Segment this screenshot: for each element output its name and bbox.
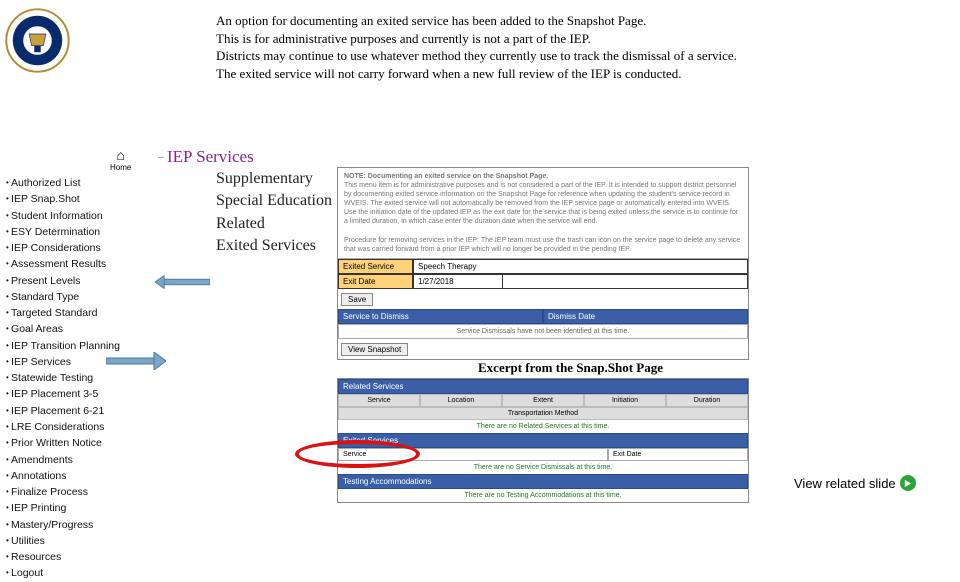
sidebar-item[interactable]: Amendments [6,452,120,468]
sidebar-item[interactable]: Standard Type [6,289,120,305]
wv-dept-education-logo [5,8,70,73]
subitems-list: Supplementary Special Education Related … [216,168,332,258]
no-related-services: There are no Related Services at this ti… [338,420,748,433]
sidebar-item[interactable]: Student Information [6,208,120,224]
col-initiation: Initiation [584,394,666,407]
excerpt-title: Excerpt from the Snap.Shot Page [478,360,663,376]
sidebar-item[interactable]: LRE Considerations [6,419,120,435]
sidebar-item[interactable]: Authorized List [6,175,120,191]
sidebar-item[interactable]: IEP Transition Planning [6,338,120,354]
subitem[interactable]: Exited Services [216,235,332,257]
col-ex-exitdate: Exit Date [608,448,748,461]
dismissals-empty: Service Dismissals have not been identif… [338,324,748,339]
home-button[interactable]: ⌂ Home [110,147,131,172]
sidebar-item[interactable]: Assessment Results [6,256,120,272]
callout-arrow-icon [155,275,210,289]
save-button[interactable]: Save [341,293,373,306]
exit-date-value[interactable]: 1/27/2018 [413,274,503,289]
sidebar-item[interactable]: Statewide Testing [6,370,120,386]
view-related-label: View related slide [794,476,896,491]
sidebar-item[interactable]: IEP Snap.Shot [6,191,120,207]
sidebar-item[interactable]: IEP Considerations [6,240,120,256]
col-duration: Duration [666,394,748,407]
view-related-slide-link[interactable]: View related slide [794,475,916,491]
col-service: Service [338,394,420,407]
col-service-dismiss: Service to Dismiss [338,309,543,324]
sidebar-item[interactable]: Present Levels [6,273,120,289]
subitem[interactable]: Special Education [216,190,332,212]
sidebar-nav: Authorized ListIEP Snap.ShotStudent Info… [6,175,120,582]
subitem[interactable]: Related [216,213,332,235]
exit-date-label: Exit Date [338,274,413,289]
sidebar-item[interactable]: Annotations [6,468,120,484]
no-testing-accommodations: There are no Testing Accommodations at t… [338,489,748,502]
sidebar-item[interactable]: Logout [6,565,120,581]
note-box: NOTE: Documenting an exited service on t… [338,168,748,259]
snapshot-note-panel: NOTE: Documenting an exited service on t… [337,167,749,360]
home-label: Home [110,163,131,172]
intro-line: An option for documenting an exited serv… [216,12,936,30]
home-icon: ⌂ [110,147,131,163]
exited-service-value[interactable]: Speech Therapy [413,259,748,274]
intro-paragraph: An option for documenting an exited serv… [216,12,936,82]
sidebar-item[interactable]: Mastery/Progress [6,517,120,533]
play-icon [900,475,916,491]
sidebar-item[interactable]: IEP Services [6,354,120,370]
note-body: This menu item is for administrative pur… [344,182,738,225]
exit-date-spacer [503,274,748,289]
sidebar-item[interactable]: Finalize Process [6,484,120,500]
snapshot-excerpt-panel: Related Services Service Location Extent… [337,378,749,503]
related-services-header: Related Services [338,379,748,394]
highlight-oval [295,440,420,468]
sidebar-item[interactable]: Prior Written Notice [6,435,120,451]
intro-line: Districts may continue to use whatever m… [216,47,936,65]
note-title: NOTE: Documenting an exited service on t… [344,173,548,180]
note-procedure: Procedure for removing services in the I… [344,237,740,253]
view-snapshot-button[interactable]: View Snapshot [341,343,408,356]
section-title: IEP Services [158,147,254,167]
col-location: Location [420,394,502,407]
subitem[interactable]: Supplementary [216,168,332,190]
sidebar-item[interactable]: Goal Areas [6,321,120,337]
col-transportation: Transportation Method [338,407,748,420]
sidebar-item[interactable]: ESY Determination [6,224,120,240]
testing-accommodations-header: Testing Accommodations [338,474,748,489]
callout-arrow-icon [106,352,166,370]
sidebar-item[interactable]: Utilities [6,533,120,549]
col-extent: Extent [502,394,584,407]
col-dismiss-date: Dismiss Date [543,309,748,324]
exited-service-label: Exited Service [338,259,413,274]
sidebar-item[interactable]: Resources [6,549,120,565]
sidebar-item[interactable]: IEP Placement 3-5 [6,386,120,402]
sidebar-item[interactable]: Targeted Standard [6,305,120,321]
sidebar-item[interactable]: IEP Placement 6-21 [6,403,120,419]
sidebar-item[interactable]: IEP Printing [6,500,120,516]
intro-line: This is for administrative purposes and … [216,30,936,48]
intro-line: The exited service will not carry forwar… [216,65,936,83]
